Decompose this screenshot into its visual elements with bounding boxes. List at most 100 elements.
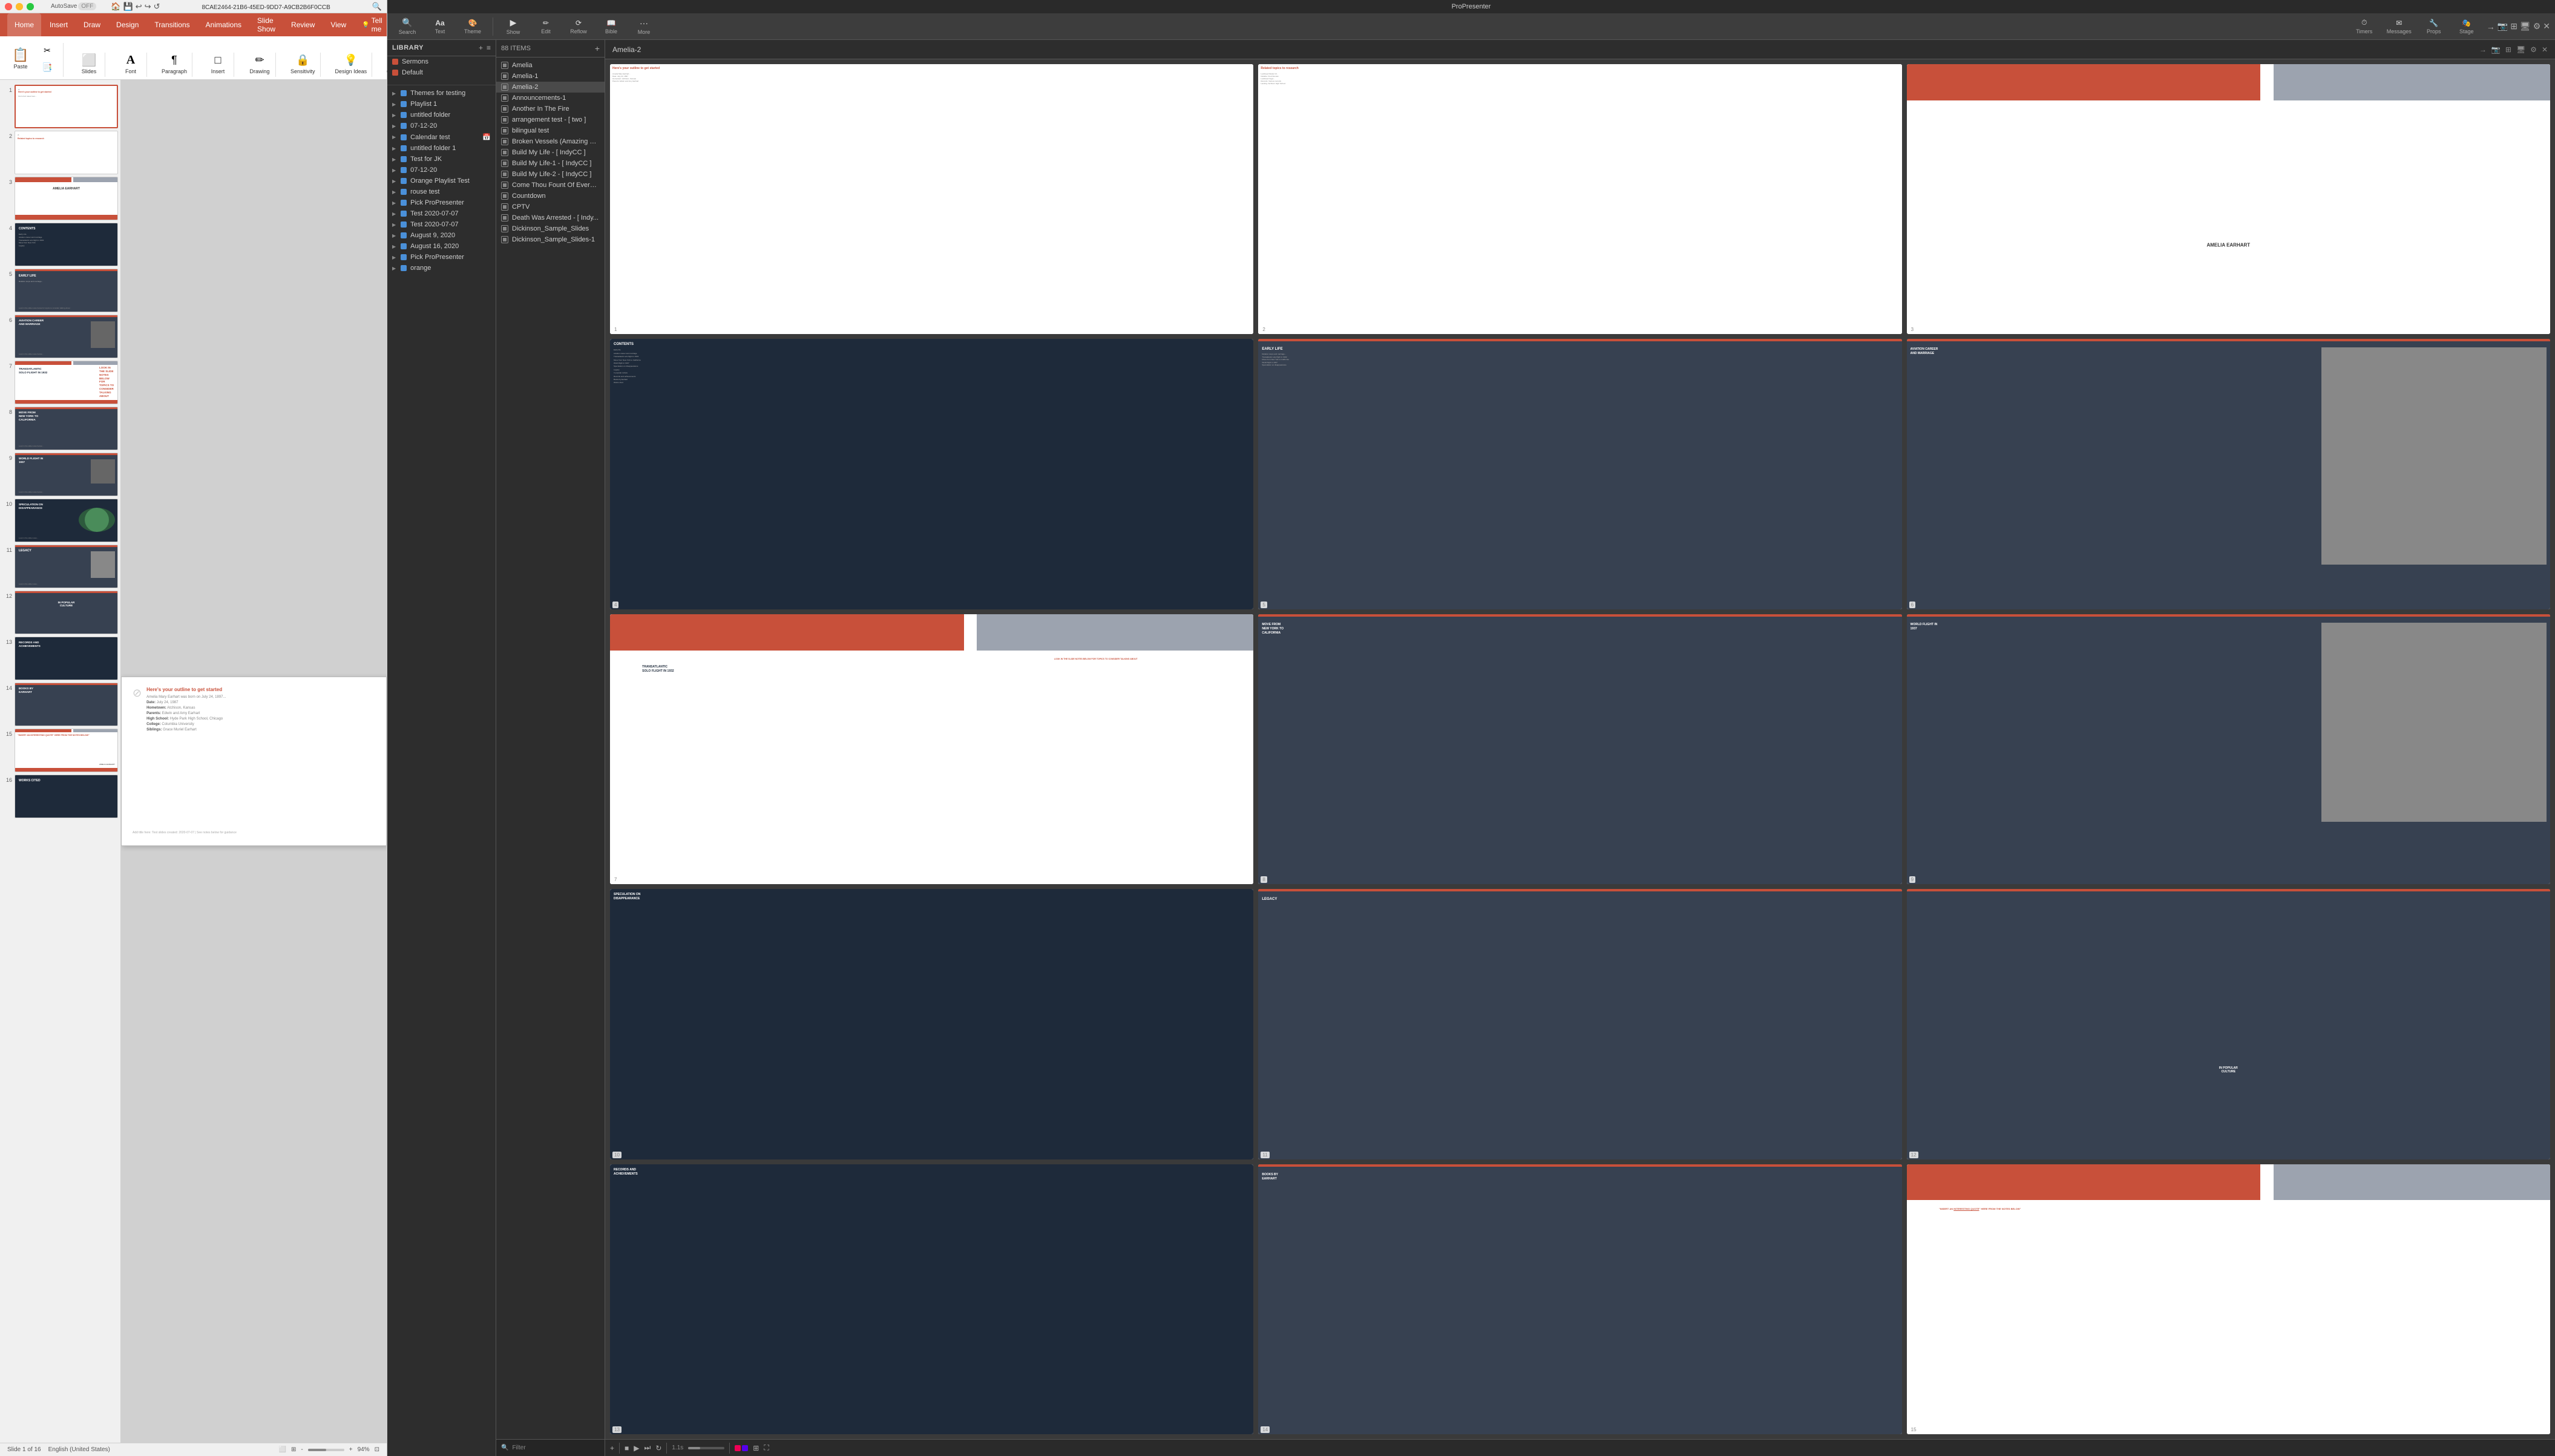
- pp-grid-btn[interactable]: ⊞: [753, 1444, 759, 1452]
- slide-thumb-10[interactable]: 10 SPECULATION ONDISAPPEARANCE Look in t…: [2, 499, 118, 542]
- pp-slide-1[interactable]: Here's your outline to get started Ameli…: [610, 64, 1253, 334]
- pp-slide-13[interactable]: RECORDS ANDACHIEVEMENTS Look in the slid…: [610, 1164, 1253, 1434]
- theme-tool[interactable]: 🎨 Theme: [458, 17, 488, 36]
- slide-thumb-6[interactable]: 6 AVIATION CAREERAND MARRIAGE Look in th…: [2, 315, 118, 358]
- library-item-0712b[interactable]: ▶ 07-12-20: [387, 165, 496, 175]
- pp-slide-11[interactable]: LEGACY Look in the slide notes below... …: [1258, 889, 1901, 1159]
- reflow-tool[interactable]: ⟳ Reflow: [563, 17, 594, 36]
- item-amelia1[interactable]: Amelia-1: [496, 71, 605, 82]
- copy-button[interactable]: 📑: [36, 60, 58, 74]
- stage-tool[interactable]: 🎭 Stage: [2452, 17, 2482, 36]
- slide-thumb-8[interactable]: 8 MOVE FROMNEW YORK TOCALIFORNIA Look in…: [2, 407, 118, 450]
- pp-toolbar-arrow-right[interactable]: →: [2487, 22, 2495, 31]
- slide-thumb-13[interactable]: 13 RECORDS ANDACHIEVEMENTS: [2, 637, 118, 680]
- pp-slide-5[interactable]: EARLY LIFE Relation stops and marriage..…: [1258, 339, 1901, 609]
- pp-slides-close-icon[interactable]: ✕: [2542, 45, 2548, 54]
- pp-minimize-button[interactable]: [16, 3, 23, 10]
- item-announcements[interactable]: Announcements-1: [496, 93, 605, 103]
- item-arrangement[interactable]: arrangement test - [ two ]: [496, 114, 605, 125]
- item-amelia2[interactable]: Amelia-2: [496, 82, 605, 93]
- items-add-button[interactable]: +: [595, 44, 600, 53]
- pp-slides-arrow-icon[interactable]: →: [2479, 45, 2487, 54]
- pp-slides-grid[interactable]: Here's your outline to get started Ameli…: [605, 59, 2555, 1439]
- library-item-default[interactable]: Default: [387, 67, 496, 78]
- library-item-aug16[interactable]: ▶ August 16, 2020: [387, 241, 496, 252]
- pp-close-button[interactable]: [5, 3, 12, 10]
- library-item-themes[interactable]: ▶ Themes for testing: [387, 88, 496, 99]
- tab-view[interactable]: View: [323, 13, 353, 36]
- item-bilingual[interactable]: bilingual test: [496, 125, 605, 136]
- pp-maximize-button[interactable]: [27, 3, 34, 10]
- pp-speed-slider[interactable]: [688, 1447, 724, 1449]
- item-dickinson[interactable]: Dickinson_Sample_Slides: [496, 223, 605, 234]
- library-item-test0707b[interactable]: ▶ Test 2020-07-07: [387, 219, 496, 230]
- paragraph-button[interactable]: ¶ Paragraph: [162, 53, 187, 74]
- library-item-pick2[interactable]: ▶ Pick ProPresenter: [387, 252, 496, 263]
- library-item-testjk[interactable]: ▶ Test for JK: [387, 154, 496, 165]
- slide-thumb-7[interactable]: 7 TRANSATLANTICSOLO FLIGHT IN 1932 LOOK …: [2, 361, 118, 404]
- library-item-aug9[interactable]: ▶ August 9, 2020: [387, 230, 496, 241]
- item-dickinson1[interactable]: Dickinson_Sample_Slides-1: [496, 234, 605, 245]
- paste-button[interactable]: 📋 Paste: [10, 48, 31, 70]
- library-item-orange-playlist[interactable]: ▶ Orange Playlist Test: [387, 175, 496, 186]
- edit-tool[interactable]: ✏ Edit: [531, 17, 561, 36]
- item-build-my-life2[interactable]: Build My Life-2 - [ IndyCC ]: [496, 169, 605, 180]
- item-countdown[interactable]: Countdown: [496, 191, 605, 202]
- pp-slides-layout-icon[interactable]: ⊞: [2505, 45, 2511, 54]
- pp-slides-camera-icon[interactable]: 📷: [2491, 45, 2501, 54]
- pp-play-button[interactable]: ▶: [634, 1444, 639, 1452]
- tab-home[interactable]: Home: [7, 13, 41, 36]
- pp-slide-12[interactable]: IN POPULARCULTURE 12: [1907, 889, 2550, 1159]
- slide-thumb-14[interactable]: 14 BOOKS BYEARHART: [2, 683, 118, 726]
- slide-thumb-3[interactable]: 3 AMELIA EARHART: [2, 177, 118, 220]
- view-layout-icon[interactable]: ⊞: [291, 1446, 296, 1453]
- pp-expand-btn[interactable]: ⛶: [764, 1443, 769, 1452]
- slide-thumb-11[interactable]: 11 LEGACY Look in the slide notes...: [2, 545, 118, 588]
- pp-toolbar-settings-icon[interactable]: ⚙: [2533, 21, 2541, 31]
- tab-slideshow[interactable]: Slide Show: [250, 13, 283, 36]
- library-item-playlist1[interactable]: ▶ Playlist 1: [387, 99, 496, 110]
- slide-thumb-12[interactable]: 12 IN POPULARCULTURE: [2, 591, 118, 634]
- tab-review[interactable]: Review: [284, 13, 322, 36]
- zoom-in-icon[interactable]: +: [349, 1446, 353, 1453]
- zoom-out-icon[interactable]: -: [301, 1446, 303, 1453]
- item-cptv[interactable]: CPTV: [496, 202, 605, 212]
- view-normal-icon[interactable]: ⬜: [279, 1446, 286, 1453]
- pp-slide-14[interactable]: BOOKS BYEARHART 14: [1258, 1164, 1901, 1434]
- pp-library-add-icon[interactable]: +: [479, 44, 483, 52]
- ppt-search-icon[interactable]: 🔍: [372, 2, 382, 11]
- pp-slide-9[interactable]: WORLD FLIGHT IN1937 Look in the slide no…: [1907, 614, 2550, 884]
- new-slide-button[interactable]: ⬜ Slides: [78, 53, 100, 74]
- slide-thumb-9[interactable]: 9 WORLD FLIGHT IN1937 Look in the slide …: [2, 453, 118, 496]
- slide-thumb-1[interactable]: 1 ⊘ Here's your outline to get started F…: [2, 85, 118, 128]
- insert-button[interactable]: □ Insert: [207, 53, 229, 74]
- search-tool[interactable]: 🔍 Search: [392, 16, 422, 37]
- library-item-untitled[interactable]: ▶ untitled folder: [387, 110, 496, 120]
- library-item-0712[interactable]: ▶ 07-12-20: [387, 120, 496, 131]
- item-build-my-life1[interactable]: Build My Life-1 - [ IndyCC ]: [496, 158, 605, 169]
- item-death-was-arrested[interactable]: Death Was Arrested - [ Indy...: [496, 212, 605, 223]
- item-come-thou-fount[interactable]: Come Thou Fount Of Every B...: [496, 180, 605, 191]
- pp-slide-6[interactable]: AVIATION CAREERAND MARRIAGE Look in the …: [1907, 339, 2550, 609]
- library-item-calendar[interactable]: ▶ Calendar test 📅: [387, 131, 496, 143]
- pp-toolbar-monitor-icon[interactable]: 🖥: [2520, 21, 2531, 31]
- item-another-in-the-fire[interactable]: Another In The Fire: [496, 103, 605, 114]
- design-ideas-button[interactable]: 💡 Design Ideas: [335, 53, 367, 74]
- tab-transitions[interactable]: Transitions: [147, 13, 197, 36]
- pp-loop-icon[interactable]: ↻: [655, 1444, 661, 1452]
- library-item-rouse[interactable]: ▶ rouse test: [387, 186, 496, 197]
- tab-tellme[interactable]: 💡Tell me: [355, 13, 389, 36]
- fit-icon[interactable]: ⊡: [375, 1446, 379, 1453]
- slide-thumb-15[interactable]: 15 "INSERT AN INTERESTING QUOTE" HERE FR…: [2, 729, 118, 772]
- pp-slide-2[interactable]: Related topics to research Lockheed Mode…: [1258, 64, 1901, 334]
- pp-slides-monitor-icon[interactable]: 🖥: [2516, 45, 2525, 54]
- props-tool[interactable]: 🔧 Props: [2419, 17, 2449, 36]
- slide-thumb-16[interactable]: 16 WORKS CITED: [2, 775, 118, 818]
- drawing-button[interactable]: ✏ Drawing: [249, 53, 271, 74]
- tab-draw[interactable]: Draw: [76, 13, 108, 36]
- slide-thumb-5[interactable]: 5 EARLY LIFE Relation stops and marriage…: [2, 269, 118, 312]
- item-amelia[interactable]: Amelia: [496, 60, 605, 71]
- pp-slide-3[interactable]: AMELIA EARHART 3: [1907, 64, 2550, 334]
- font-button[interactable]: A Font: [120, 53, 142, 74]
- library-item-sermons[interactable]: Sermons: [387, 56, 496, 67]
